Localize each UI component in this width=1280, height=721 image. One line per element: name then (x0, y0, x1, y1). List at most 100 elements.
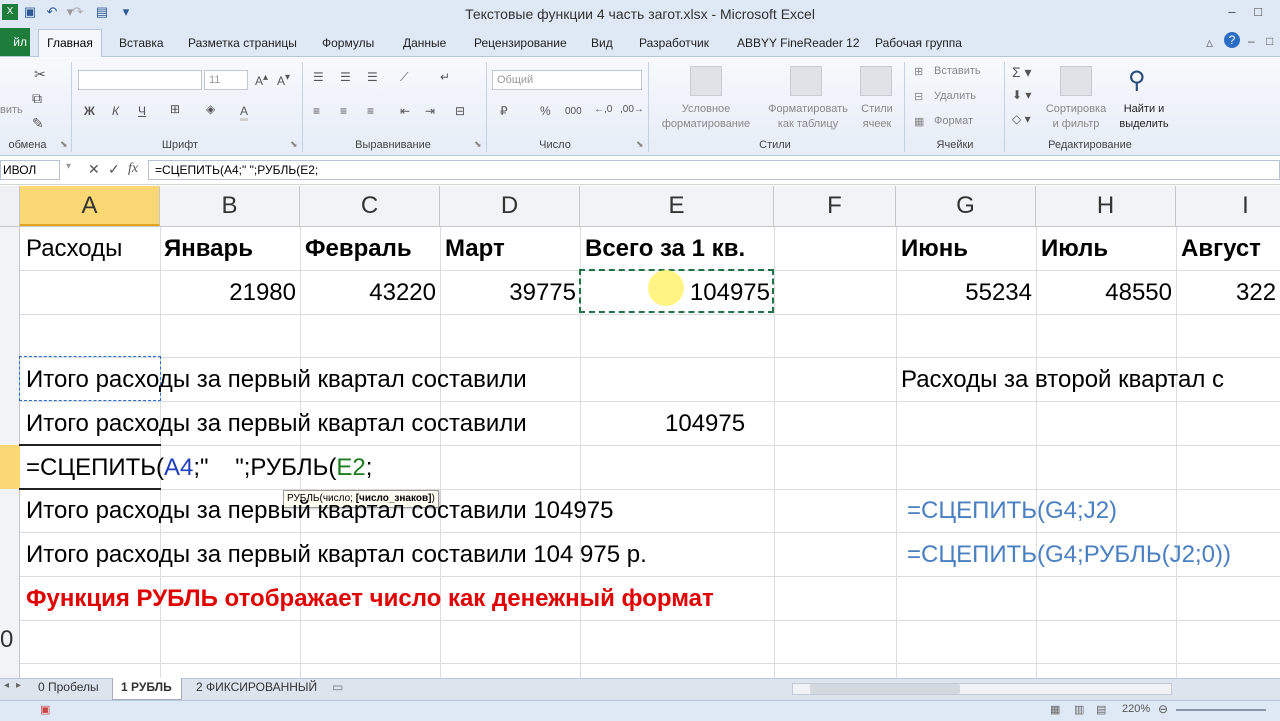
tab-insert[interactable]: Вставка (119, 36, 164, 50)
insert-function-icon[interactable]: fx (128, 161, 138, 177)
cell-b2[interactable]: 21980 (160, 278, 296, 308)
copy-icon[interactable]: ⧉ (32, 90, 42, 107)
cell-g1[interactable]: Июнь (901, 234, 968, 264)
conditional-formatting-label-1[interactable]: Условное (654, 103, 758, 115)
delete-cells-icon[interactable]: ⊟ (914, 90, 923, 103)
cell-e5[interactable]: 104975 (665, 409, 745, 439)
zoom-out-icon[interactable]: ⊖ (1158, 702, 1168, 716)
cell-a7[interactable]: Итого расходы за первый квартал составил… (26, 496, 613, 526)
insert-cells-button[interactable]: Вставить (934, 65, 981, 77)
cell-c1[interactable]: Февраль (305, 234, 412, 264)
window-restore-icon[interactable]: □ (1266, 34, 1273, 48)
sheet-tab-1[interactable]: 1 РУБЛЬ (121, 680, 172, 694)
align-center-icon[interactable]: ≡ (340, 104, 347, 118)
cell-a6-formula[interactable]: =СЦЕПИТЬ(A4;" ";РУБЛЬ(E2; (26, 453, 372, 483)
sort-filter-icon[interactable] (1060, 66, 1092, 96)
italic-icon[interactable]: К (112, 104, 119, 118)
new-sheet-icon[interactable]: ▭ (332, 680, 343, 694)
number-launcher-icon[interactable]: ⬊ (636, 139, 644, 150)
formula-input[interactable]: =СЦЕПИТЬ(A4;" ";РУБЛЬ(E2; (148, 160, 1280, 180)
font-launcher-icon[interactable]: ⬊ (290, 139, 298, 150)
cell-d2[interactable]: 39775 (440, 278, 576, 308)
normal-view-icon[interactable]: ▦ (1050, 703, 1060, 716)
format-cells-button[interactable]: Формат (934, 115, 973, 127)
increase-decimal-icon[interactable]: ←,0 (594, 104, 612, 115)
help-icon[interactable]: ? (1224, 32, 1240, 48)
select-all-corner[interactable] (0, 186, 20, 226)
shrink-font-icon[interactable]: A▾ (277, 72, 290, 88)
sheet-scroll-next-icon[interactable]: ▸ (16, 680, 21, 691)
delete-cells-button[interactable]: Удалить (934, 90, 976, 102)
zoom-slider[interactable] (1176, 709, 1266, 711)
row-header-active[interactable] (0, 445, 20, 489)
cell-i2[interactable]: 322 (1236, 278, 1276, 308)
collapse-ribbon-icon[interactable]: ▵ (1206, 34, 1213, 51)
tab-workgroup[interactable]: Рабочая группа (875, 36, 962, 50)
align-top-icon[interactable]: ☰ (313, 70, 324, 84)
cell-g4[interactable]: Расходы за второй квартал с (901, 365, 1224, 395)
column-header-d[interactable]: D (440, 186, 580, 226)
align-middle-icon[interactable]: ☰ (340, 70, 351, 84)
name-box[interactable]: ИВОЛ (0, 160, 60, 180)
cell-a1[interactable]: Расходы (26, 234, 122, 264)
minimize-icon[interactable]: – (1220, 2, 1244, 22)
cell-e1[interactable]: Всего за 1 кв. (585, 234, 745, 264)
borders-icon[interactable]: ⊞ (170, 102, 180, 116)
column-header-i[interactable]: I (1176, 186, 1280, 226)
find-select-label-2[interactable]: выделить (1112, 118, 1176, 130)
cut-icon[interactable]: ✂ (34, 66, 46, 83)
insert-cells-icon[interactable]: ⊞ (914, 65, 923, 78)
paste-label[interactable]: вить (0, 104, 23, 116)
column-header-f[interactable]: F (774, 186, 896, 226)
merge-center-icon[interactable]: ⊟ (455, 104, 465, 118)
cell-e2[interactable]: 104975 (580, 278, 770, 308)
sheet-tab-2[interactable]: 2 ФИКСИРОВАННЫЙ (196, 680, 317, 694)
cell-styles-icon[interactable] (860, 66, 892, 96)
align-left-icon[interactable]: ≡ (313, 104, 320, 118)
page-layout-view-icon[interactable]: ▥ (1074, 703, 1084, 716)
cell-a9[interactable]: Функция РУБЛЬ отображает число как денеж… (26, 584, 714, 614)
name-box-dropdown-icon[interactable]: ▾ (66, 161, 71, 172)
column-header-a[interactable]: A (20, 186, 160, 226)
cell-g2[interactable]: 55234 (896, 278, 1032, 308)
currency-format-icon[interactable]: ₽ (500, 104, 508, 118)
column-header-g[interactable]: G (896, 186, 1036, 226)
tab-view[interactable]: Вид (591, 36, 613, 50)
cell-g7[interactable]: =СЦЕПИТЬ(G4;J2) (907, 496, 1117, 526)
orientation-icon[interactable]: ⟋ (400, 70, 408, 85)
increase-indent-icon[interactable]: ⇥ (425, 104, 435, 118)
window-minimize-icon[interactable]: – (1248, 34, 1255, 48)
underline-icon[interactable]: Ч (138, 104, 146, 118)
cell-a4[interactable]: Итого расходы за первый квартал составил… (26, 365, 527, 395)
cell-a8[interactable]: Итого расходы за первый квартал составил… (26, 540, 647, 570)
page-break-view-icon[interactable]: ▤ (1096, 703, 1106, 716)
column-header-b[interactable]: B (160, 186, 300, 226)
tab-home[interactable]: Главная (38, 29, 102, 57)
tab-file[interactable]: йл (0, 28, 30, 56)
macro-record-icon[interactable]: ▣ (40, 703, 50, 716)
clear-icon[interactable]: ◇ ▾ (1012, 112, 1031, 126)
comma-style-icon[interactable]: 000 (565, 106, 582, 117)
cell-g8[interactable]: =СЦЕПИТЬ(G4;РУБЛЬ(J2;0)) (907, 540, 1231, 570)
tab-data[interactable]: Данные (403, 36, 446, 50)
tab-formulas[interactable]: Формулы (322, 36, 374, 50)
maximize-icon[interactable]: □ (1246, 2, 1270, 22)
font-size-combo[interactable]: 11 (204, 70, 248, 90)
number-format-combo[interactable]: Общий (492, 70, 642, 90)
cell-styles-label-1[interactable]: Стили (852, 103, 902, 115)
format-painter-icon[interactable]: ✎ (32, 115, 44, 132)
format-as-table-icon[interactable] (790, 66, 822, 96)
horizontal-scroll-thumb[interactable] (810, 684, 960, 694)
cell-c2[interactable]: 43220 (300, 278, 436, 308)
decrease-indent-icon[interactable]: ⇤ (400, 104, 410, 118)
cell-d1[interactable]: Март (445, 234, 505, 264)
cancel-entry-icon[interactable]: ✕ (88, 161, 100, 178)
sort-filter-label-2[interactable]: и фильтр (1040, 118, 1112, 130)
font-name-combo[interactable] (78, 70, 202, 90)
fill-color-icon[interactable]: ◈ (206, 102, 215, 116)
wrap-text-icon[interactable]: ↵ (440, 70, 450, 84)
enter-entry-icon[interactable]: ✓ (108, 161, 120, 178)
find-binoculars-icon[interactable]: ⚲ (1128, 66, 1146, 95)
decrease-decimal-icon[interactable]: ,00→ (620, 104, 644, 115)
format-as-table-label-2[interactable]: как таблицу (760, 118, 856, 130)
